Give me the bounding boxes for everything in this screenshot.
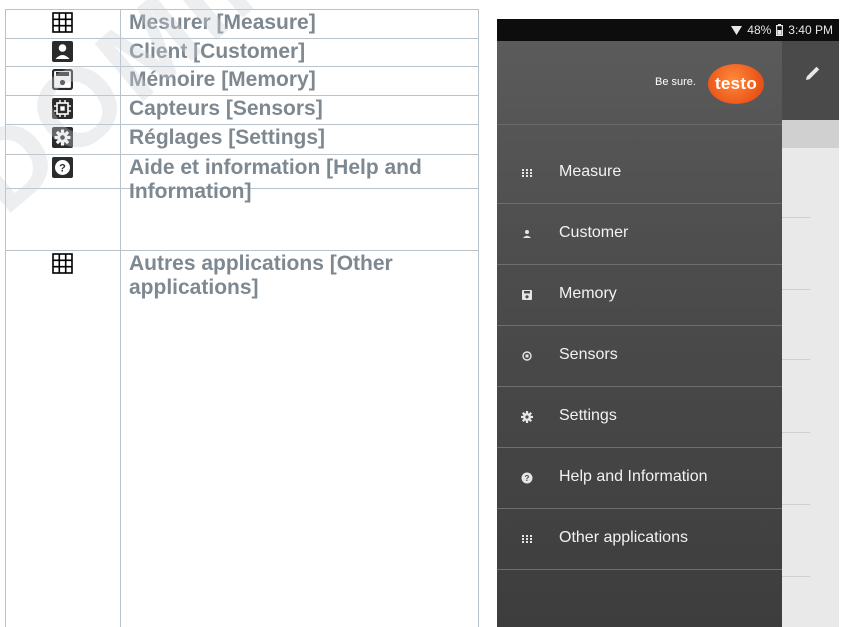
nav-item-measure[interactable]: Measure xyxy=(497,143,782,204)
table-row: Mémoire [Memory] xyxy=(5,66,479,95)
list-divider xyxy=(782,432,810,433)
edit-icon[interactable] xyxy=(803,63,823,83)
legend-text: Aide et information [Help and Informatio… xyxy=(129,156,422,203)
battery-icon xyxy=(776,24,784,36)
svg-text:?: ? xyxy=(59,163,66,175)
content-strip xyxy=(782,120,839,148)
nav-item-memory[interactable]: Memory xyxy=(497,265,782,326)
list-divider xyxy=(782,576,810,577)
grid-icon xyxy=(522,169,532,177)
legend-text: Réglages [Settings] xyxy=(129,126,326,149)
grid-icon xyxy=(52,12,73,33)
status-bar: 48% 3:40 PM xyxy=(497,19,839,41)
chip-icon xyxy=(522,351,532,361)
table-row: Capteurs [Sensors] xyxy=(5,95,479,124)
brand-slogan: Be sure. xyxy=(655,76,696,88)
list-divider xyxy=(782,289,810,290)
table-row: ? Aide et information [Help and Informat… xyxy=(5,154,479,203)
legend-text: Capteurs [Sensors] xyxy=(129,97,323,120)
nav-label: Measure xyxy=(559,163,622,180)
gear-icon xyxy=(521,411,533,423)
save-icon xyxy=(522,290,532,300)
nav-label: Settings xyxy=(559,407,617,424)
navigation-drawer: Be sure. testo Measure Customer Memory S… xyxy=(497,41,782,627)
save-icon xyxy=(52,69,73,90)
help-icon: ? xyxy=(521,472,533,484)
table-row: Réglages [Settings] xyxy=(5,124,479,154)
gear-icon xyxy=(52,127,73,148)
nav-label: Other applications xyxy=(559,529,688,546)
legend-text: Client [Customer] xyxy=(129,40,306,63)
nav-label: Sensors xyxy=(559,346,618,363)
wifi-icon xyxy=(731,25,743,35)
app-screenshot: 48% 3:40 PM Be sure. testo Measure Custo… xyxy=(497,19,839,627)
nav-item-customer[interactable]: Customer xyxy=(497,204,782,265)
nav-label: Help and Information xyxy=(559,468,708,485)
person-icon xyxy=(52,41,73,62)
drawer-header: Be sure. testo xyxy=(497,41,782,125)
person-icon xyxy=(523,230,531,238)
table-row: Mesurer [Measure] xyxy=(5,9,479,38)
nav-label: Customer xyxy=(559,224,629,241)
table-row: Autres applications [Other applications] xyxy=(5,250,479,627)
legend-text: Autres applications [Other applications] xyxy=(129,252,393,299)
icon-legend-table: Mesurer [Measure] Client [Customer] Mémo… xyxy=(5,9,479,627)
list-divider xyxy=(782,504,810,505)
chip-icon xyxy=(52,98,73,119)
svg-text:?: ? xyxy=(525,474,530,483)
clock: 3:40 PM xyxy=(788,23,833,37)
legend-text: Mesurer [Measure] xyxy=(129,11,316,34)
battery-level: 48% xyxy=(747,23,772,37)
nav-item-sensors[interactable]: Sensors xyxy=(497,326,782,387)
table-row: Client [Customer] xyxy=(5,38,479,66)
list-divider xyxy=(782,217,810,218)
nav-item-other-applications[interactable]: Other applications xyxy=(497,509,782,570)
nav-item-help[interactable]: ? Help and Information xyxy=(497,448,782,509)
list-divider xyxy=(782,359,810,360)
testo-logo: testo xyxy=(708,64,764,104)
grid-icon xyxy=(522,535,532,543)
legend-text: Mémoire [Memory] xyxy=(129,68,316,91)
nav-label: Memory xyxy=(559,285,617,302)
nav-item-settings[interactable]: Settings xyxy=(497,387,782,448)
help-icon: ? xyxy=(52,157,73,178)
grid-icon xyxy=(52,253,73,274)
